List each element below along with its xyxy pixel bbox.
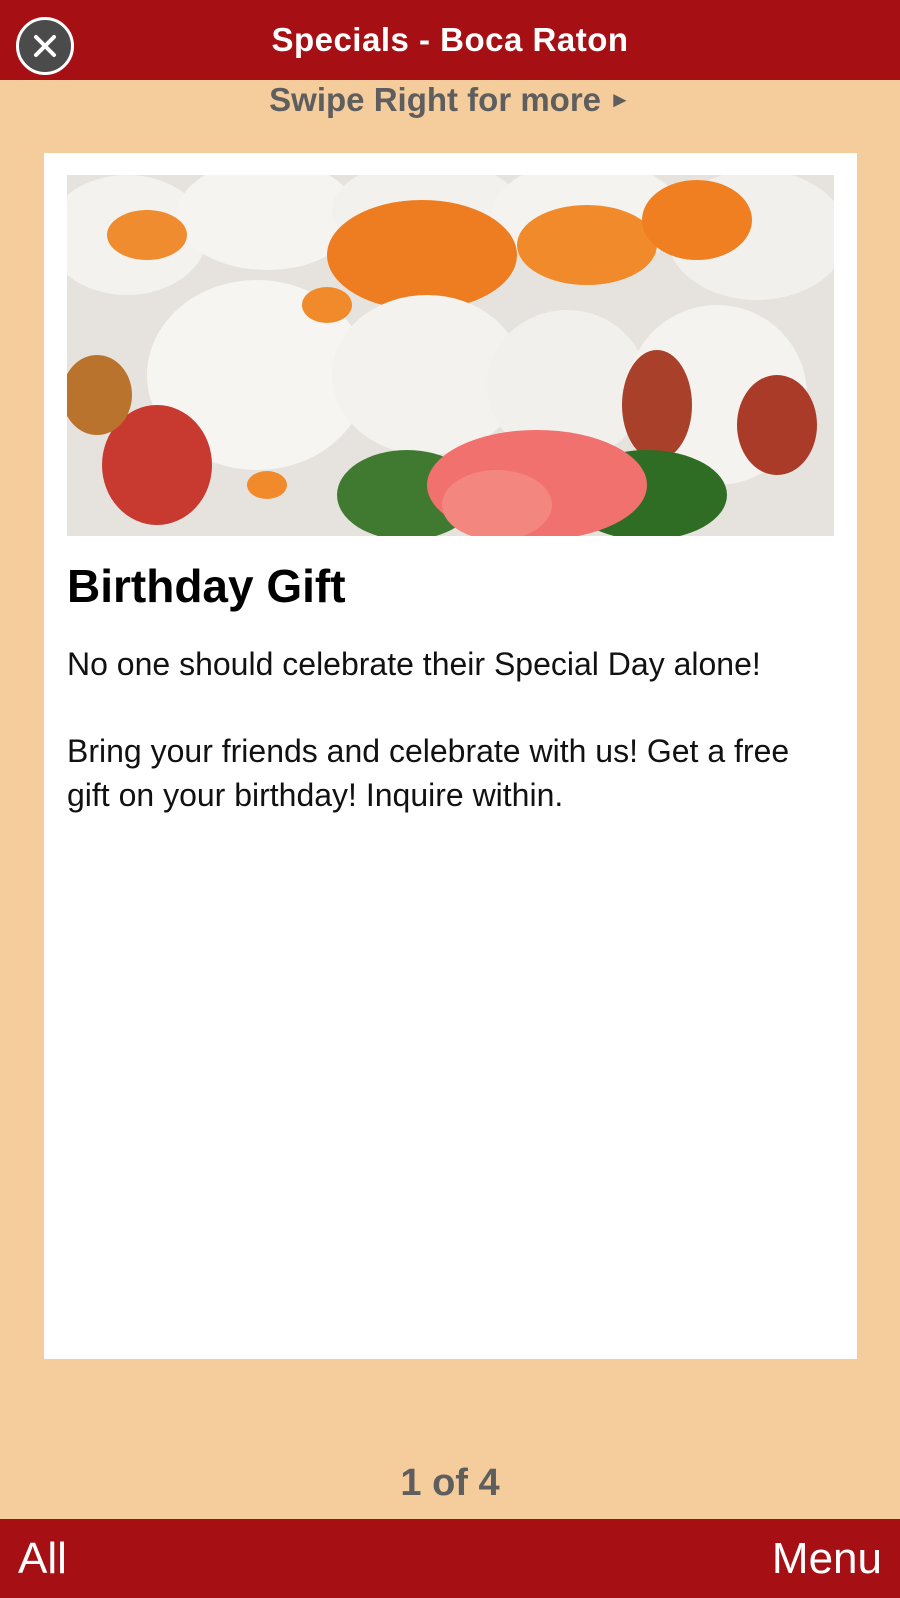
- special-description-1: No one should celebrate their Special Da…: [67, 646, 761, 682]
- page-title: Specials - Boca Raton: [271, 21, 629, 58]
- play-arrow-icon: ►: [609, 87, 631, 112]
- special-description-2: Bring your friends and celebrate with us…: [67, 733, 790, 813]
- bottom-bar: All Menu: [0, 1519, 900, 1598]
- swipe-hint-text: Swipe Right for more: [269, 81, 602, 118]
- special-card: Birthday Gift No one should celebrate th…: [44, 153, 857, 1359]
- close-button[interactable]: [16, 17, 74, 75]
- top-bar: Specials - Boca Raton: [0, 0, 900, 80]
- all-button[interactable]: All: [18, 1534, 67, 1584]
- close-icon: [34, 35, 56, 57]
- page-indicator: 1 of 4: [400, 1462, 500, 1504]
- swipe-hint: Swipe Right for more ►: [0, 78, 900, 122]
- special-photo: [67, 175, 834, 536]
- sushi-photo: [67, 175, 834, 536]
- menu-button[interactable]: Menu: [772, 1534, 882, 1584]
- special-title: Birthday Gift: [67, 560, 346, 612]
